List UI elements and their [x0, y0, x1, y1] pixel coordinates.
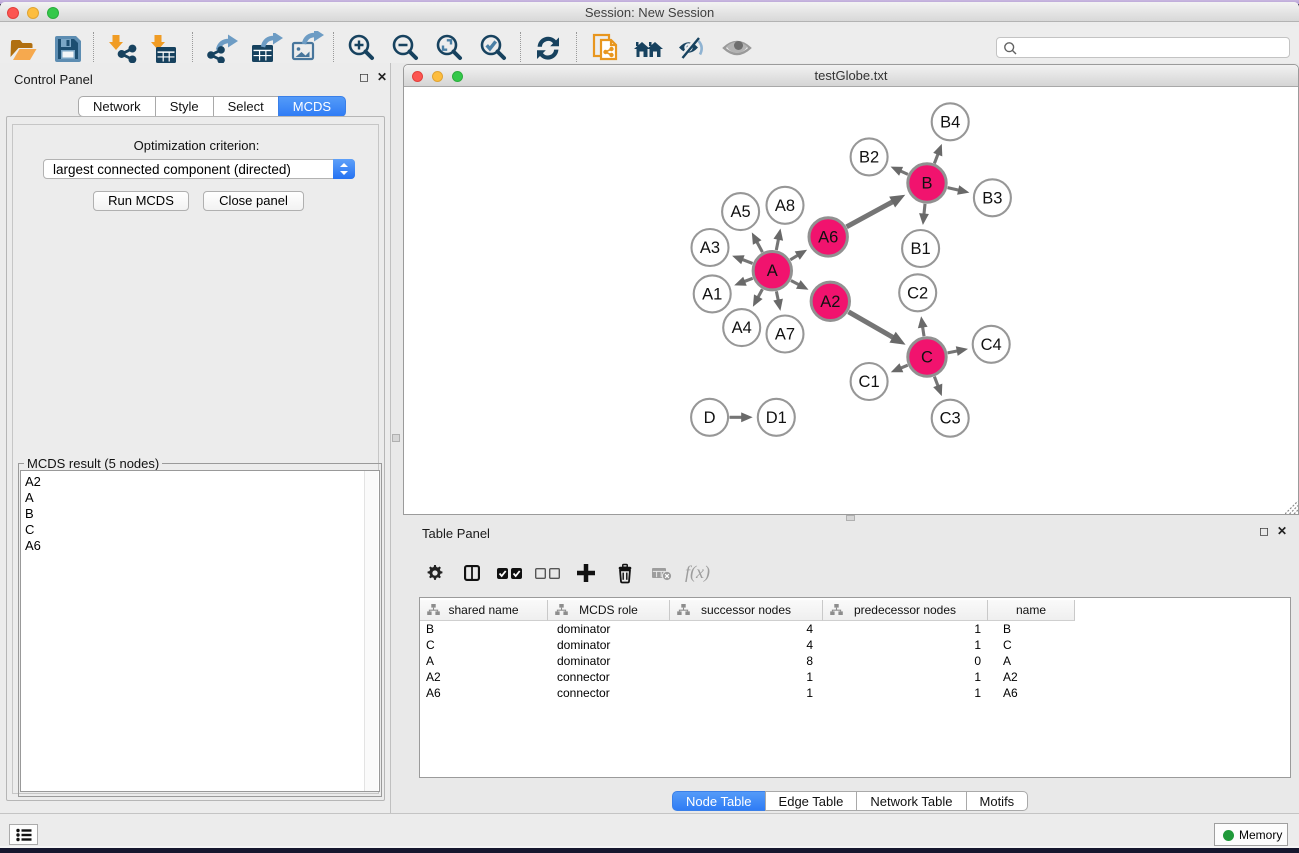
svg-text:B1: B1	[911, 240, 931, 258]
svg-text:D1: D1	[766, 409, 787, 427]
svg-text:C: C	[921, 349, 933, 367]
svg-text:A: A	[767, 262, 778, 280]
svg-text:B3: B3	[982, 189, 1002, 207]
svg-text:A8: A8	[775, 197, 795, 215]
svg-text:C4: C4	[981, 336, 1002, 354]
svg-text:C1: C1	[859, 373, 880, 391]
svg-text:A4: A4	[732, 319, 752, 337]
svg-text:B2: B2	[859, 148, 879, 166]
svg-text:D: D	[704, 409, 716, 427]
svg-text:A1: A1	[702, 285, 722, 303]
svg-text:C3: C3	[940, 410, 961, 428]
svg-text:A6: A6	[818, 228, 838, 246]
svg-text:B: B	[921, 175, 932, 193]
svg-text:A3: A3	[700, 239, 720, 257]
svg-text:A7: A7	[775, 326, 795, 344]
svg-text:C2: C2	[907, 284, 928, 302]
svg-text:A2: A2	[820, 293, 840, 311]
svg-text:B4: B4	[940, 113, 960, 131]
svg-text:f(x): f(x)	[685, 564, 710, 582]
svg-text:A5: A5	[731, 203, 751, 221]
